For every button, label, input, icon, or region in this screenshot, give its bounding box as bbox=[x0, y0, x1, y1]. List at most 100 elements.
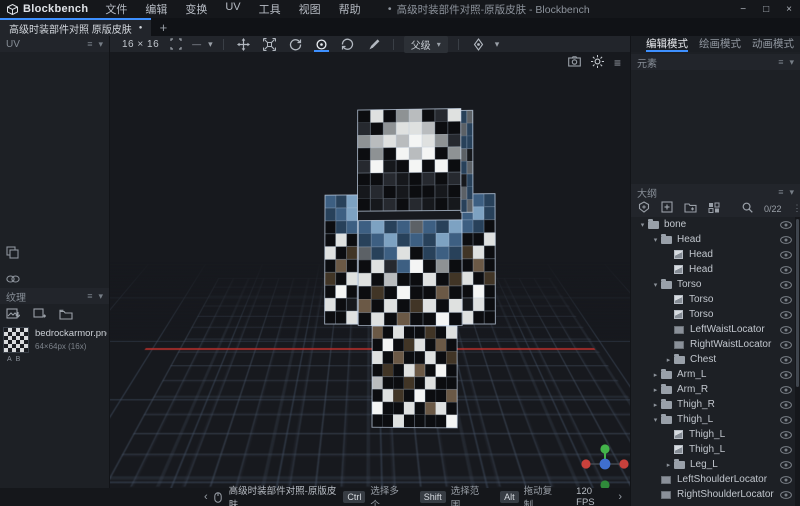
texture-thumbnail[interactable] bbox=[4, 328, 28, 352]
screenshot-camera-icon[interactable] bbox=[568, 56, 581, 70]
visibility-eye-icon[interactable] bbox=[780, 341, 792, 349]
outliner-row-torso[interactable]: ▾Torso bbox=[631, 277, 795, 292]
uv-panel-header[interactable]: UV ≡ ▾ bbox=[0, 36, 109, 52]
outliner-row-head[interactable]: Head bbox=[631, 262, 795, 277]
chevron-closed-icon[interactable]: ▸ bbox=[650, 386, 661, 394]
transform-space-button[interactable] bbox=[338, 36, 357, 52]
rotate-tool-button[interactable] bbox=[286, 36, 305, 52]
move-tool-button[interactable] bbox=[234, 36, 253, 52]
visibility-eye-icon[interactable] bbox=[780, 251, 792, 259]
outliner-row-head[interactable]: Head bbox=[631, 247, 795, 262]
copy-uv-icon[interactable] bbox=[6, 246, 19, 264]
elements-panel-header[interactable]: 元素 ≡ ▾ bbox=[631, 54, 800, 70]
outliner-row-arm_l[interactable]: ▸Arm_L bbox=[631, 367, 795, 382]
minimize-button[interactable]: − bbox=[740, 4, 746, 15]
slider-dash-icon[interactable]: — bbox=[192, 39, 201, 49]
outliner-scrollbar[interactable] bbox=[795, 217, 800, 506]
outliner-row-rightwaistlocator[interactable]: RightWaistLocator bbox=[631, 337, 795, 352]
snap-dropdown-icon[interactable]: ▾ bbox=[495, 39, 500, 50]
outliner-row-head[interactable]: ▾Head bbox=[631, 232, 795, 247]
uv-marquee-icon[interactable] bbox=[166, 36, 185, 52]
chevron-closed-icon[interactable]: ▸ bbox=[650, 401, 661, 409]
panel-collapse-icon[interactable]: ▾ bbox=[98, 291, 103, 302]
menubar-item-3[interactable]: UV bbox=[216, 1, 249, 17]
texture-list-item[interactable]: bedrockarmor.png 64×64px (16x) bbox=[4, 328, 107, 352]
outliner-row-thigh_l[interactable]: ▾Thigh_L bbox=[631, 412, 795, 427]
tab-edit-mode[interactable]: 编辑模式 bbox=[646, 36, 688, 52]
visibility-eye-icon[interactable] bbox=[780, 236, 792, 244]
new-tab-button[interactable]: + bbox=[151, 18, 175, 36]
project-tab[interactable]: 高级时装部件对照 原版皮肤 ● bbox=[0, 18, 151, 36]
gizmo-x-positive[interactable] bbox=[619, 459, 628, 468]
texture-slot-a[interactable]: A bbox=[7, 356, 16, 363]
outliner-panel-header[interactable]: 大纲 ≡ ▾ bbox=[631, 184, 800, 200]
menubar-item-4[interactable]: 工具 bbox=[250, 1, 290, 17]
parent-dropdown-button[interactable]: 父级 ▾ bbox=[404, 36, 448, 53]
chevron-open-icon[interactable]: ▾ bbox=[637, 221, 648, 229]
visibility-eye-icon[interactable] bbox=[780, 461, 792, 469]
open-texture-folder-button[interactable] bbox=[59, 307, 73, 325]
gizmo-y-positive[interactable] bbox=[600, 444, 609, 453]
menubar-item-0[interactable]: 文件 bbox=[96, 1, 136, 17]
panel-menu-icon[interactable]: ≡ bbox=[778, 57, 783, 68]
panel-menu-icon[interactable]: ≡ bbox=[87, 291, 92, 302]
visibility-eye-icon[interactable] bbox=[780, 326, 792, 334]
menubar-item-5[interactable]: 视图 bbox=[290, 1, 330, 17]
menubar-item-6[interactable]: 帮助 bbox=[330, 1, 370, 17]
outliner-row-thigh_l[interactable]: Thigh_L bbox=[631, 427, 795, 442]
visibility-eye-icon[interactable] bbox=[780, 356, 792, 364]
visibility-eye-icon[interactable] bbox=[780, 476, 792, 484]
status-expand-icon[interactable]: › bbox=[618, 491, 622, 503]
lighting-sun-icon[interactable] bbox=[591, 55, 604, 71]
toggle-layers-button[interactable] bbox=[638, 200, 650, 218]
outliner-row-rightshoulderlocator[interactable]: RightShoulderLocator bbox=[631, 487, 795, 502]
outliner-row-chest[interactable]: ▸Chest bbox=[631, 352, 795, 367]
texture-slot-toggles[interactable]: AB bbox=[7, 356, 24, 363]
visibility-eye-icon[interactable] bbox=[780, 431, 792, 439]
chevron-open-icon[interactable]: ▾ bbox=[650, 416, 661, 424]
visibility-eye-icon[interactable] bbox=[780, 401, 792, 409]
outliner-row-leftshoulderlocator[interactable]: LeftShoulderLocator bbox=[631, 472, 795, 487]
visibility-eye-icon[interactable] bbox=[780, 311, 792, 319]
chevron-open-icon[interactable]: ▾ bbox=[650, 281, 661, 289]
visibility-eye-icon[interactable] bbox=[780, 386, 792, 394]
brush-tool-button[interactable] bbox=[364, 36, 383, 52]
outliner-row-thigh_r[interactable]: ▸Thigh_R bbox=[631, 397, 795, 412]
panel-collapse-icon[interactable]: ▾ bbox=[789, 57, 794, 68]
gizmo-x-negative[interactable] bbox=[581, 459, 590, 468]
blockbench-logo[interactable]: Blockbench bbox=[0, 3, 96, 15]
texture-slot-b[interactable]: B bbox=[16, 356, 25, 363]
vertex-snap-tool-button[interactable] bbox=[469, 36, 488, 52]
uv-resolution-label[interactable]: 16 × 16 bbox=[122, 39, 159, 50]
outliner-row-thigh_l[interactable]: Thigh_L bbox=[631, 442, 795, 457]
add-group-button[interactable] bbox=[684, 200, 697, 218]
visibility-eye-icon[interactable] bbox=[780, 281, 792, 289]
panel-collapse-icon[interactable]: ▾ bbox=[98, 39, 103, 50]
menubar-item-1[interactable]: 编辑 bbox=[136, 1, 176, 17]
panel-menu-icon[interactable]: ≡ bbox=[87, 39, 92, 50]
resolution-dropdown-icon[interactable]: ▾ bbox=[208, 39, 213, 50]
outliner-row-bone[interactable]: ▾bone bbox=[631, 217, 795, 232]
chevron-closed-icon[interactable]: ▸ bbox=[650, 371, 661, 379]
visibility-eye-icon[interactable] bbox=[780, 416, 792, 424]
visibility-eye-icon[interactable] bbox=[780, 221, 792, 229]
gizmo-z-center[interactable] bbox=[600, 459, 611, 470]
visibility-eye-icon[interactable] bbox=[780, 491, 792, 499]
tab-paint-mode[interactable]: 绘画模式 bbox=[699, 36, 741, 52]
3d-viewport[interactable]: ≡ bbox=[110, 52, 630, 488]
pivot-tool-button[interactable] bbox=[312, 36, 331, 52]
view-gizmo[interactable] bbox=[576, 441, 630, 488]
more-options-icon[interactable]: ⋮ bbox=[793, 203, 800, 214]
viewport-menu-icon[interactable]: ≡ bbox=[614, 56, 621, 70]
back-chevron-icon[interactable]: ‹ bbox=[204, 491, 208, 503]
resize-tool-button[interactable] bbox=[260, 36, 279, 52]
visibility-eye-icon[interactable] bbox=[780, 296, 792, 304]
model[interactable] bbox=[115, 52, 630, 488]
visibility-eye-icon[interactable] bbox=[780, 371, 792, 379]
chevron-closed-icon[interactable]: ▸ bbox=[663, 461, 674, 469]
search-icon[interactable] bbox=[742, 200, 753, 218]
maximize-button[interactable]: □ bbox=[763, 4, 769, 15]
import-texture-button[interactable] bbox=[6, 307, 20, 325]
textures-panel-header[interactable]: 纹理 ≡ ▾ bbox=[0, 288, 109, 304]
visibility-eye-icon[interactable] bbox=[780, 266, 792, 274]
